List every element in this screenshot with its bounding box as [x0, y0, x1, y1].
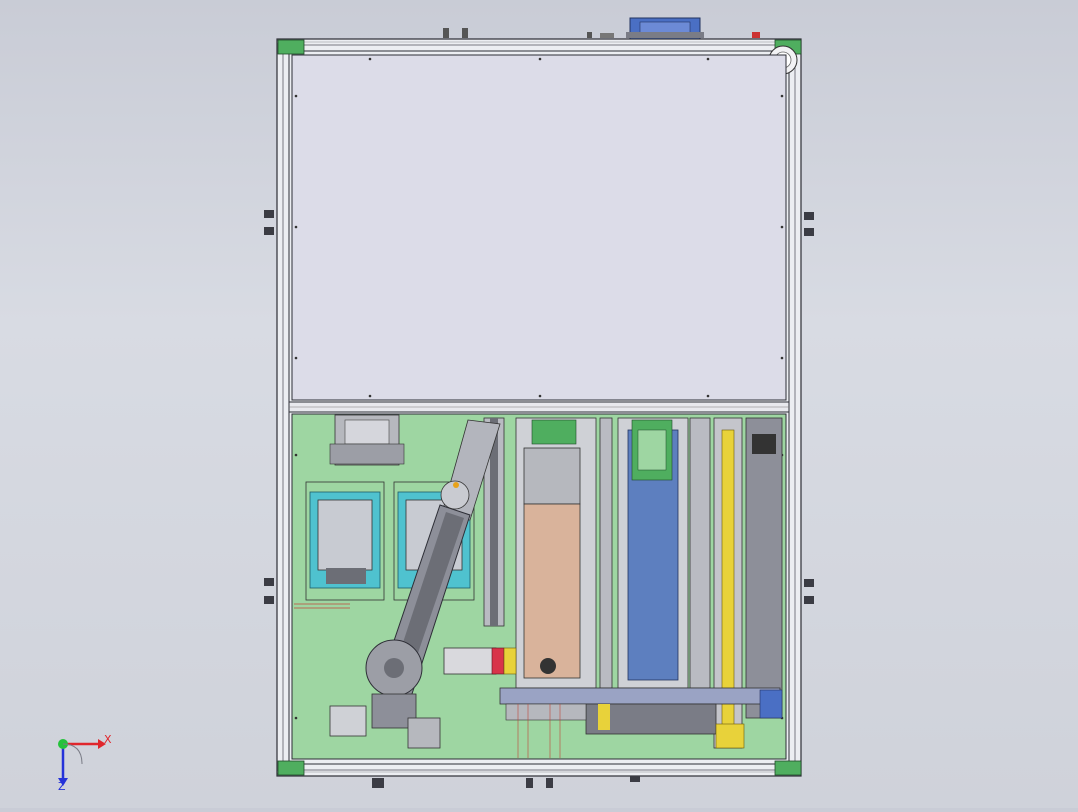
motor-block: [329, 414, 405, 466]
cad-viewport[interactable]: X Z: [0, 0, 1078, 808]
triad-x-label: X: [104, 733, 112, 746]
top-cover-panel[interactable]: [291, 54, 787, 401]
conveyor-tan[interactable]: [515, 417, 597, 689]
triad-z-label: Z: [58, 780, 66, 793]
conveyor-blue[interactable]: [617, 417, 689, 689]
top-connector: [626, 17, 704, 41]
model-canvas[interactable]: X Z: [0, 0, 1078, 808]
coordinate-triad: X Z: [58, 733, 112, 793]
gripper-tool: [443, 647, 517, 675]
top-fasteners: [443, 28, 760, 38]
fixture-left[interactable]: [305, 481, 385, 601]
divider-rail: [288, 401, 790, 413]
